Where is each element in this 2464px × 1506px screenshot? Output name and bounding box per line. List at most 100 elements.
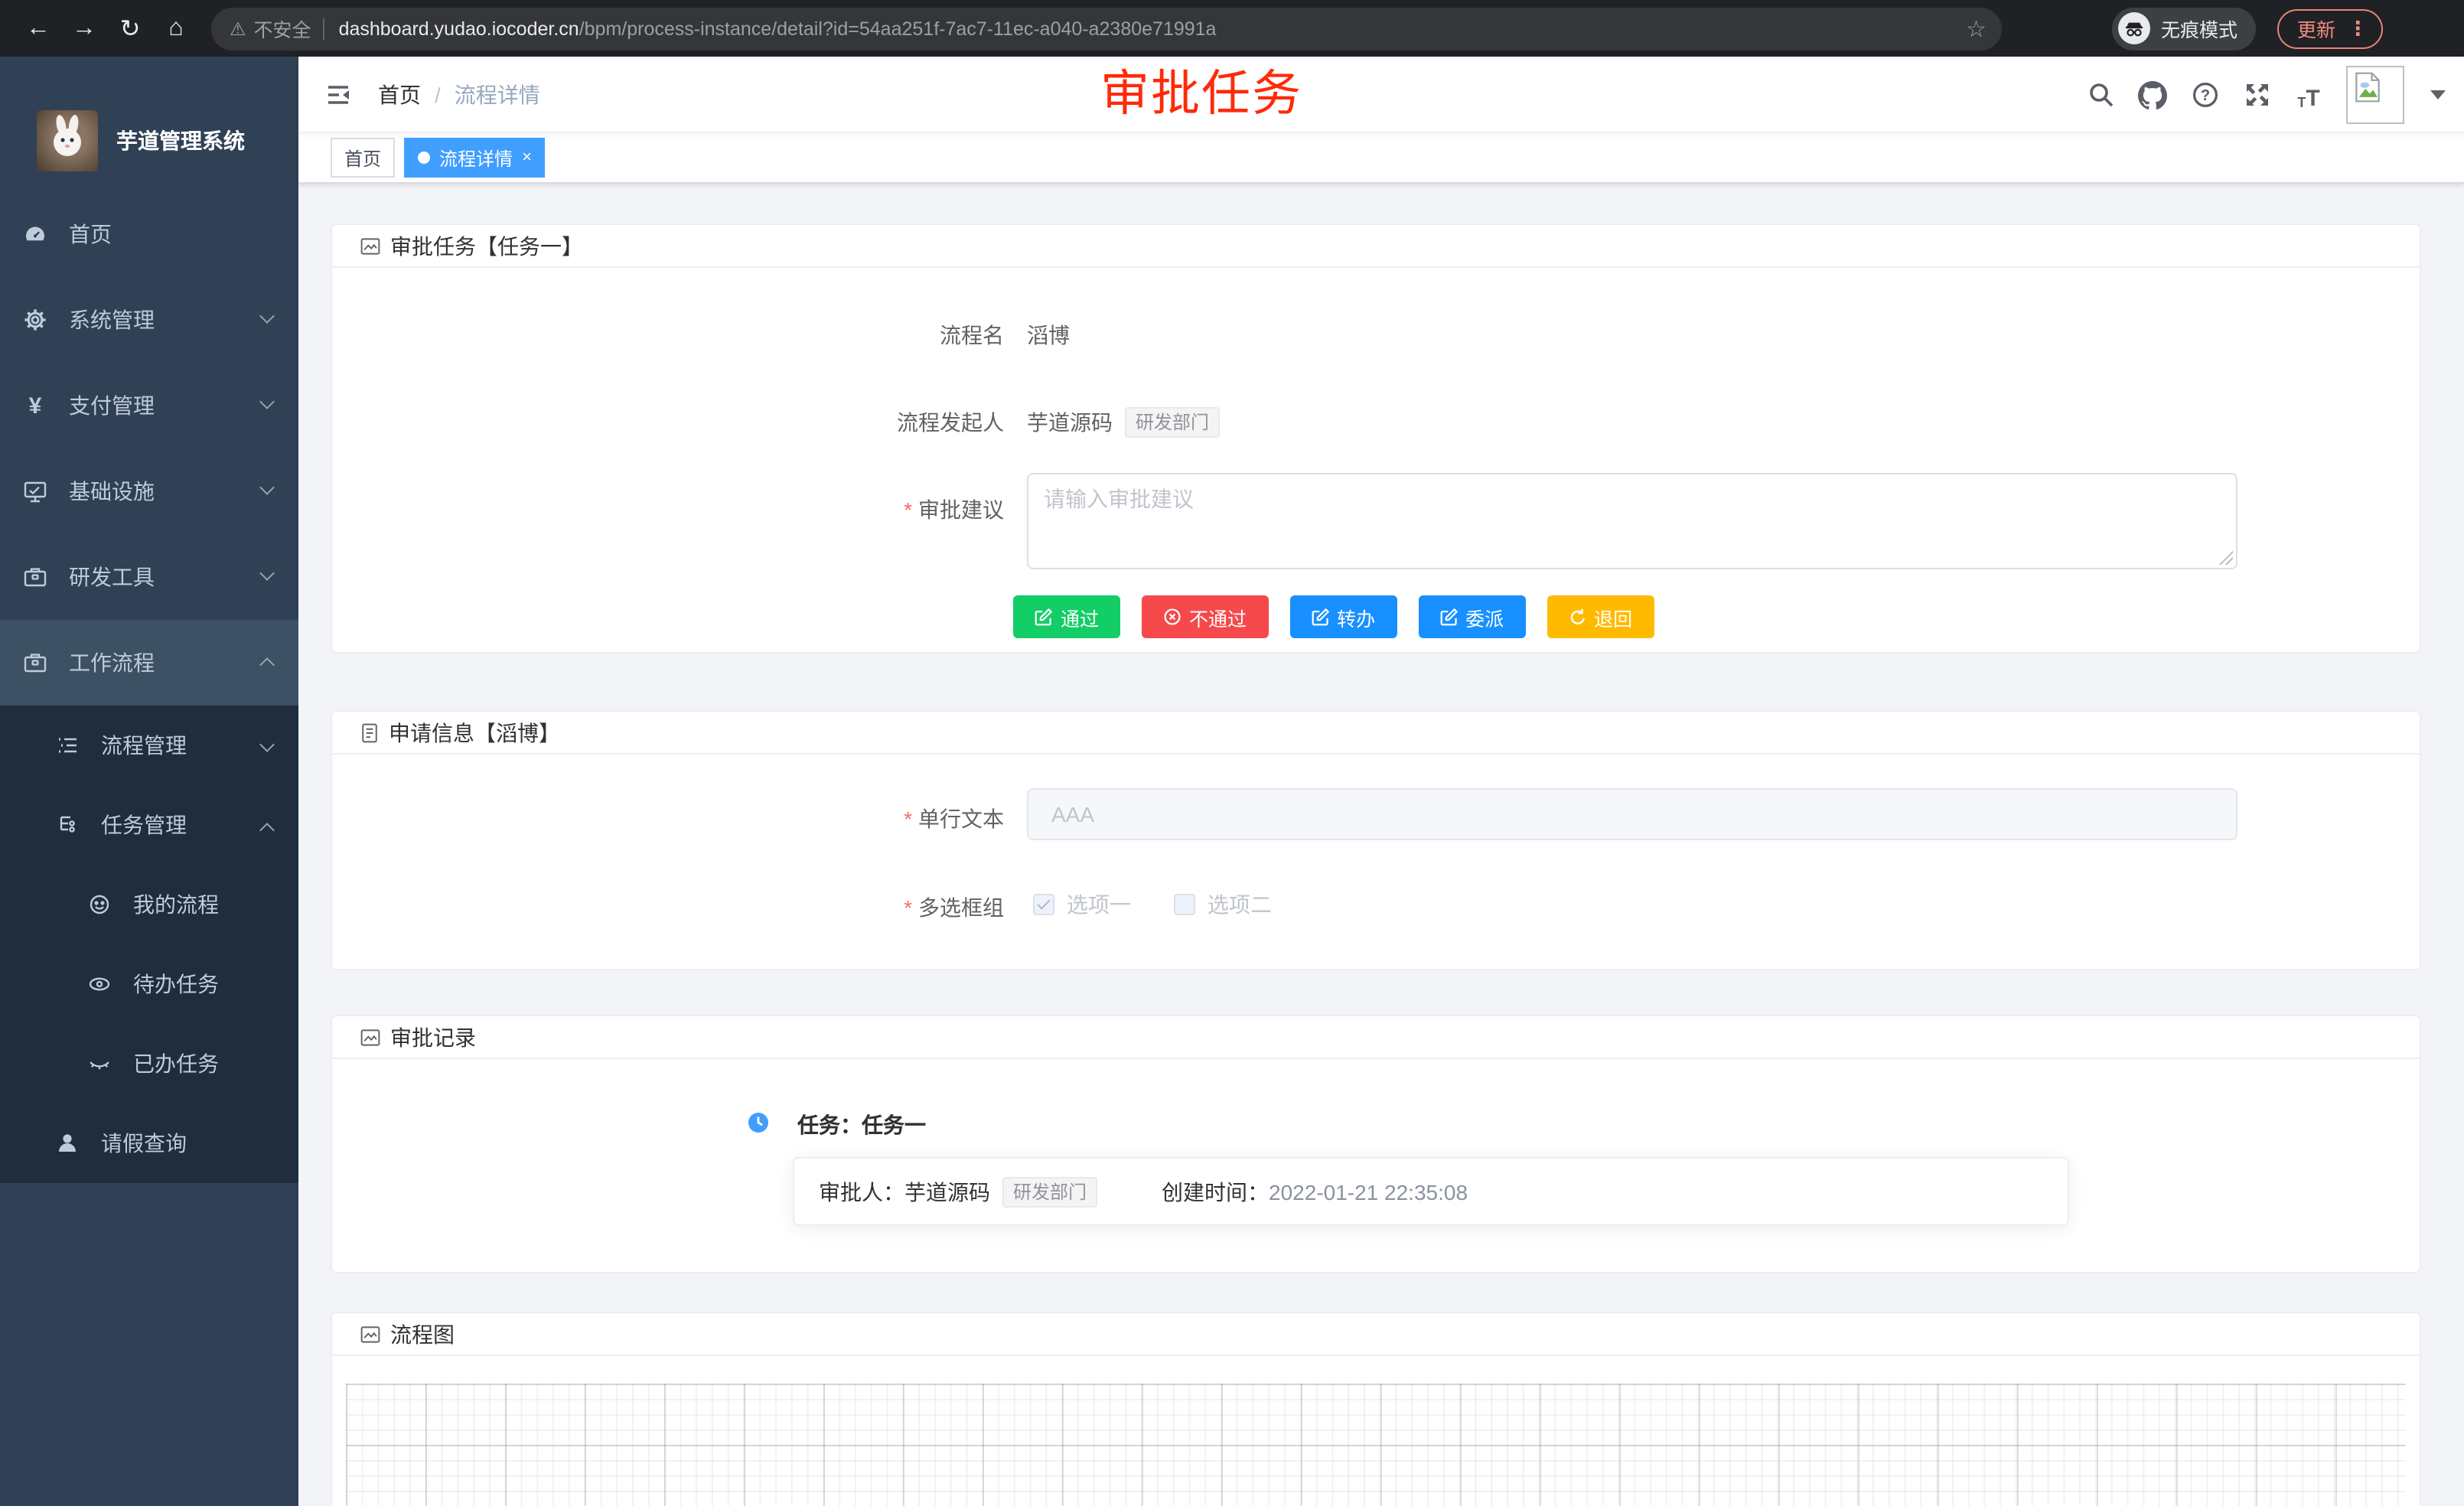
eye-open-icon <box>87 972 112 996</box>
chevron-down-icon <box>259 394 275 409</box>
document-icon <box>360 722 380 743</box>
sidebar: 芋道管理系统 首页 系统管理 ¥ 支付管理 <box>0 57 298 1506</box>
task-title: 任务：任务一 <box>797 1110 926 1140</box>
workflow-submenu: 流程管理 任务管理 我的流程 <box>0 706 298 1183</box>
circle-close-icon <box>1163 608 1181 626</box>
suggestion-textarea[interactable] <box>1027 473 2237 569</box>
browser-home-button[interactable]: ⌂ <box>153 5 199 51</box>
screenshot-stage: ← → ↻ ⌂ ⚠ 不安全 dashboard.yudao.iocoder.cn… <box>0 0 2464 1506</box>
approval-record-card: 审批记录 任务：任务一 审批人： 芋道源码 研发部门 创建时间： 2022-01… <box>331 1015 2421 1273</box>
avatar-caret-icon[interactable] <box>2430 90 2446 99</box>
checkbox-option-2[interactable]: 选项二 <box>1174 889 1272 920</box>
sidebar-item-devtools[interactable]: 研发工具 <box>0 534 298 620</box>
picture-icon <box>360 235 381 256</box>
search-icon[interactable] <box>2086 80 2115 109</box>
sidebar-item-done-tasks[interactable]: 已办任务 <box>0 1024 298 1103</box>
bookmark-star-icon[interactable]: ☆ <box>1966 15 1987 42</box>
tab-home[interactable]: 首页 <box>331 138 395 178</box>
browser-forward-button[interactable]: → <box>61 5 107 51</box>
chevron-down-icon <box>259 480 275 495</box>
sidebar-fold-icon[interactable] <box>323 79 354 109</box>
sidebar-item-task-mgmt[interactable]: 任务管理 <box>0 785 298 865</box>
approve-button[interactable]: 通过 <box>1013 595 1120 638</box>
button-label: 转办 <box>1337 602 1375 631</box>
checkbox-option-1[interactable]: 选项一 <box>1033 889 1131 920</box>
navbar: 首页 / 流程详情 审批任务 ? <box>298 57 2464 133</box>
bpmn-canvas[interactable] <box>346 1384 2406 1506</box>
sidebar-item-my-process[interactable]: 我的流程 <box>0 865 298 944</box>
avatar[interactable] <box>2346 66 2404 124</box>
single-line-text-input[interactable] <box>1027 788 2237 840</box>
app-logo <box>37 110 98 171</box>
card-title: 审批记录 <box>390 1022 476 1052</box>
github-icon[interactable] <box>2138 80 2167 109</box>
text-label: 单行文本 <box>918 807 1004 831</box>
button-label: 通过 <box>1061 602 1099 631</box>
field-label: *审批建议 <box>904 494 1004 525</box>
edit-icon <box>1311 608 1329 626</box>
button-label: 退回 <box>1594 602 1632 631</box>
checkbox-group: 选项一 选项二 <box>1033 889 1272 920</box>
main-area: 首页 / 流程详情 审批任务 ? <box>298 57 2464 1506</box>
checkbox-unchecked-icon[interactable] <box>1174 894 1195 915</box>
url-bar[interactable]: ⚠ 不安全 dashboard.yudao.iocoder.cn/bpm/pro… <box>211 7 2002 50</box>
textarea-resize-handle[interactable] <box>2219 551 2233 565</box>
checkbox-group-label: 多选框组 <box>918 895 1004 920</box>
apply-info-card: 申请信息【滔博】 *单行文本 *多选框组 选项一 <box>331 710 2421 970</box>
tab-close-icon[interactable]: × <box>522 148 532 167</box>
sidebar-item-label: 首页 <box>69 219 112 249</box>
sidebar-item-process-mgmt[interactable]: 流程管理 <box>0 706 298 785</box>
button-label: 不通过 <box>1189 602 1247 631</box>
sidebar-item-home[interactable]: 首页 <box>0 191 298 277</box>
breadcrumb-home-link[interactable]: 首页 <box>378 79 421 109</box>
navbar-actions: ? TT <box>2086 57 2446 133</box>
fullscreen-icon[interactable] <box>2242 80 2271 109</box>
dept-tag: 研发部门 <box>1125 407 1220 438</box>
process-diagram-card: 流程图 <box>331 1312 2421 1506</box>
face-icon <box>87 892 112 917</box>
help-icon[interactable]: ? <box>2190 80 2219 109</box>
delegate-button[interactable]: 委派 <box>1418 595 1525 638</box>
incognito-badge: 无痕模式 <box>2112 7 2256 50</box>
sidebar-item-label: 待办任务 <box>133 969 219 999</box>
update-label: 更新 <box>2297 14 2335 43</box>
page-content: 审批任务【任务一】 流程名 滔博 流程发起人 芋道源码 研发部门 <box>298 184 2464 1506</box>
tags-view: 首页 流程详情 × <box>298 133 2464 184</box>
sidebar-item-label: 研发工具 <box>69 562 155 592</box>
sidebar-item-payment[interactable]: ¥ 支付管理 <box>0 363 298 448</box>
browser-update-button[interactable]: 更新 ⋮ <box>2277 8 2383 48</box>
chevron-up-icon <box>259 823 275 838</box>
dept-tag: 研发部门 <box>1002 1176 1097 1207</box>
sidebar-item-workflow[interactable]: 工作流程 <box>0 620 298 706</box>
timeline-clock-icon <box>747 1111 770 1134</box>
checkbox-label: 选项一 <box>1067 889 1131 920</box>
sidebar-item-infra[interactable]: 基础设施 <box>0 448 298 534</box>
undo-icon <box>1568 608 1586 626</box>
edit-icon <box>1439 608 1458 626</box>
eye-closed-icon <box>87 1051 112 1076</box>
reject-button[interactable]: 不通过 <box>1142 595 1268 638</box>
approval-task-card: 审批任务【任务一】 流程名 滔博 流程发起人 芋道源码 研发部门 <box>331 223 2421 654</box>
sidebar-item-label: 工作流程 <box>69 647 155 678</box>
tree-icon <box>55 813 80 837</box>
insecure-warning-icon: ⚠ <box>230 18 246 39</box>
browser-chrome: ← → ↻ ⌂ ⚠ 不安全 dashboard.yudao.iocoder.cn… <box>0 0 2464 57</box>
font-size-icon[interactable]: TT <box>2294 80 2323 109</box>
browser-menu-icon[interactable]: ⋮ <box>2348 16 2368 41</box>
sidebar-item-leave-query[interactable]: 请假查询 <box>0 1103 298 1183</box>
checkbox-checked-icon[interactable] <box>1033 894 1054 915</box>
browser-back-button[interactable]: ← <box>15 5 61 51</box>
tab-process-detail[interactable]: 流程详情 × <box>404 138 546 178</box>
required-mark: * <box>904 807 912 831</box>
browser-reload-button[interactable]: ↻ <box>107 5 153 51</box>
sidebar-item-label: 系统管理 <box>69 305 155 335</box>
transfer-button[interactable]: 转办 <box>1289 595 1397 638</box>
sidebar-item-label: 基础设施 <box>69 476 155 507</box>
field-label: 流程发起人 <box>897 407 1004 438</box>
sidebar-item-label: 请假查询 <box>101 1128 187 1159</box>
sidebar-item-todo-tasks[interactable]: 待办任务 <box>0 944 298 1024</box>
security-label[interactable]: 不安全 <box>254 14 311 43</box>
app-logo-row[interactable]: 芋道管理系统 <box>0 57 298 191</box>
sidebar-item-system[interactable]: 系统管理 <box>0 277 298 363</box>
return-button[interactable]: 退回 <box>1547 595 1654 638</box>
